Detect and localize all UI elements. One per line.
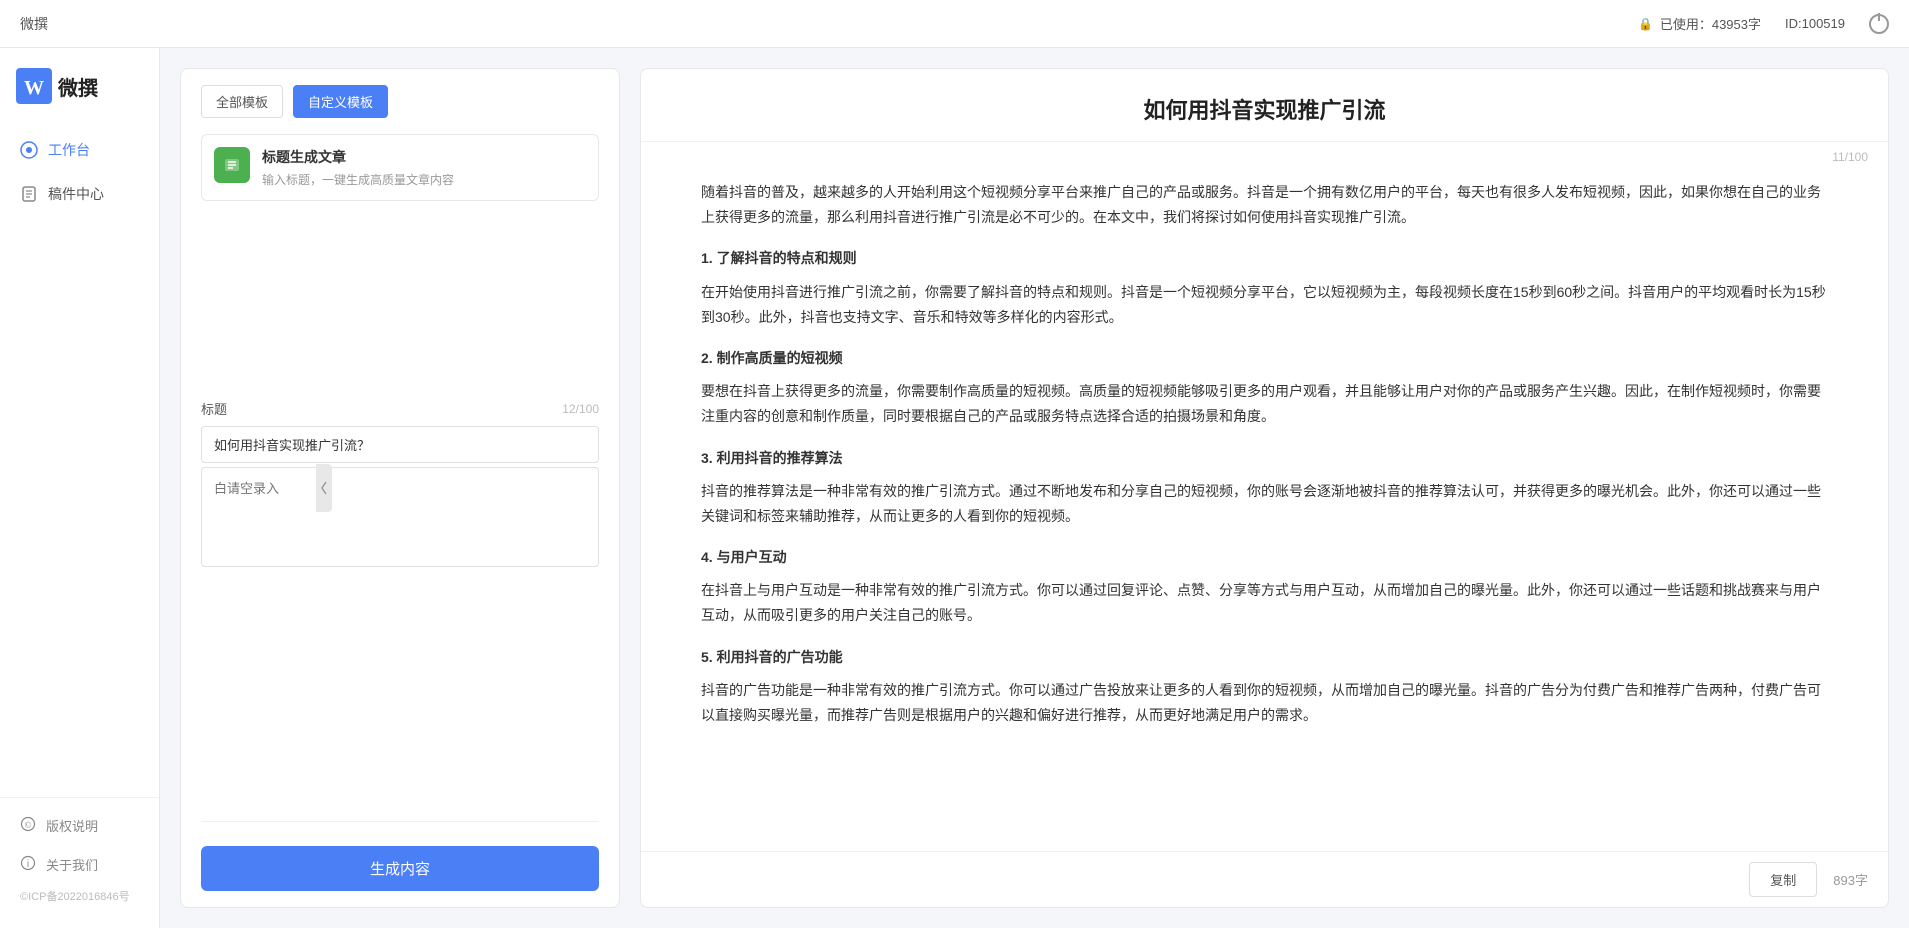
title-char-count: 12/100 bbox=[562, 402, 599, 416]
sidebar-label-drafts: 稿件中心 bbox=[48, 184, 104, 204]
title-label-row: 标题 12/100 bbox=[201, 399, 599, 418]
info-icon: i bbox=[20, 855, 36, 874]
article-body[interactable]: 随着抖音的普及，越来越多的人开始利用这个短视频分享平台来推广自己的产品或服务。抖… bbox=[641, 164, 1888, 851]
article-section-heading-1: 1. 了解抖音的特点和规则 bbox=[701, 246, 1828, 271]
svg-text:W: W bbox=[24, 77, 44, 99]
power-icon[interactable] bbox=[1869, 14, 1889, 34]
title-label: 标题 bbox=[201, 399, 227, 418]
drafts-icon bbox=[20, 185, 38, 203]
generate-button[interactable]: 生成内容 bbox=[201, 846, 599, 891]
left-panel: 全部模板 自定义模板 标题生成文章 bbox=[180, 68, 620, 908]
template-card[interactable]: 标题生成文章 输入标题，一键生成高质量文章内容 bbox=[201, 134, 599, 201]
template-desc: 输入标题，一键生成高质量文章内容 bbox=[262, 171, 586, 188]
article-title: 如何用抖音实现推广引流 bbox=[701, 93, 1828, 125]
form-section: 标题 12/100 白请空录入 bbox=[181, 383, 619, 572]
topbar: 微撰 🔒 已使用：43953字 ID:100519 bbox=[0, 0, 1909, 48]
copyright-icon: © bbox=[20, 816, 36, 835]
article-section-content-5: 抖音的广告功能是一种非常有效的推广引流方式。你可以通过广告投放来让更多的人看到你… bbox=[701, 678, 1828, 728]
topbar-right: 🔒 已使用：43953字 ID:100519 bbox=[1638, 14, 1889, 34]
article-section-heading-2: 2. 制作高质量的短视频 bbox=[701, 346, 1828, 371]
article-header: 如何用抖音实现推广引流 bbox=[641, 69, 1888, 142]
sidebar-bottom: © 版权说明 i 关于我们 ©ICP备2022016846号 bbox=[0, 797, 159, 928]
sidebar-logo: W 微撰 bbox=[0, 48, 159, 120]
sidebar-label-copyright: 版权说明 bbox=[46, 816, 98, 835]
article-section-content-4: 在抖音上与用户互动是一种非常有效的推广引流方式。你可以通过回复评论、点赞、分享等… bbox=[701, 578, 1828, 628]
article-section-content-3: 抖音的推荐算法是一种非常有效的推广引流方式。通过不断地发布和分享自己的短视频，你… bbox=[701, 479, 1828, 529]
sidebar-item-copyright[interactable]: © 版权说明 bbox=[0, 806, 159, 845]
tab-custom-templates[interactable]: 自定义模板 bbox=[293, 85, 388, 118]
usage-info: 🔒 已使用：43953字 bbox=[1638, 14, 1761, 33]
template-info: 标题生成文章 输入标题，一键生成高质量文章内容 bbox=[262, 147, 586, 188]
template-list: 标题生成文章 输入标题，一键生成高质量文章内容 bbox=[181, 118, 619, 383]
template-title: 标题生成文章 bbox=[262, 147, 586, 167]
sidebar-label-about: 关于我们 bbox=[46, 855, 98, 874]
main-layout: W 微撰 工作台 bbox=[0, 48, 1909, 928]
sidebar-label-workbench: 工作台 bbox=[48, 140, 90, 160]
tab-all-templates[interactable]: 全部模板 bbox=[201, 85, 283, 118]
article-section-heading-3: 3. 利用抖音的推荐算法 bbox=[701, 446, 1828, 471]
sidebar: W 微撰 工作台 bbox=[0, 48, 160, 928]
article-section-heading-4: 4. 与用户互动 bbox=[701, 545, 1828, 570]
sidebar-item-about[interactable]: i 关于我们 bbox=[0, 845, 159, 884]
lock-icon: 🔒 bbox=[1638, 16, 1654, 32]
workbench-icon bbox=[20, 141, 38, 159]
title-input[interactable] bbox=[201, 426, 599, 463]
sidebar-item-workbench[interactable]: 工作台 bbox=[0, 128, 159, 172]
sidebar-nav: 工作台 稿件中心 bbox=[0, 120, 159, 224]
article-footer: 复制 893字 bbox=[641, 851, 1888, 907]
logo-text: 微撰 bbox=[58, 72, 98, 101]
sidebar-top: W 微撰 工作台 bbox=[0, 48, 159, 224]
svg-text:i: i bbox=[27, 859, 29, 870]
topbar-title: 微撰 bbox=[20, 14, 48, 34]
article-page-count: 11/100 bbox=[641, 142, 1888, 164]
user-id: ID:100519 bbox=[1785, 16, 1845, 31]
divider bbox=[201, 821, 599, 822]
usage-label: 已使用：43953字 bbox=[1660, 14, 1761, 33]
copy-button[interactable]: 复制 bbox=[1749, 862, 1817, 897]
sidebar-item-drafts[interactable]: 稿件中心 bbox=[0, 172, 159, 216]
collapse-button[interactable] bbox=[316, 464, 332, 512]
right-panel: 如何用抖音实现推广引流 11/100 随着抖音的普及，越来越多的人开始利用这个短… bbox=[640, 68, 1889, 908]
left-panel-footer: 生成内容 bbox=[181, 805, 619, 907]
svg-text:©: © bbox=[25, 820, 32, 830]
article-section-content-0: 随着抖音的普及，越来越多的人开始利用这个短视频分享平台来推广自己的产品或服务。抖… bbox=[701, 180, 1828, 230]
article-section-content-1: 在开始使用抖音进行推广引流之前，你需要了解抖音的特点和规则。抖音是一个短视频分享… bbox=[701, 280, 1828, 330]
template-icon bbox=[214, 147, 250, 183]
word-count: 893字 bbox=[1833, 870, 1868, 889]
article-section-heading-5: 5. 利用抖音的广告功能 bbox=[701, 645, 1828, 670]
icp-text: ©ICP备2022016846号 bbox=[0, 884, 159, 908]
article-section-content-2: 要想在抖音上获得更多的流量，你需要制作高质量的短视频。高质量的短视频能够吸引更多… bbox=[701, 379, 1828, 429]
tab-bar: 全部模板 自定义模板 bbox=[181, 69, 619, 118]
keywords-textarea[interactable] bbox=[201, 467, 599, 567]
content-area: 全部模板 自定义模板 标题生成文章 bbox=[160, 48, 1909, 928]
logo-icon: W bbox=[16, 68, 52, 104]
